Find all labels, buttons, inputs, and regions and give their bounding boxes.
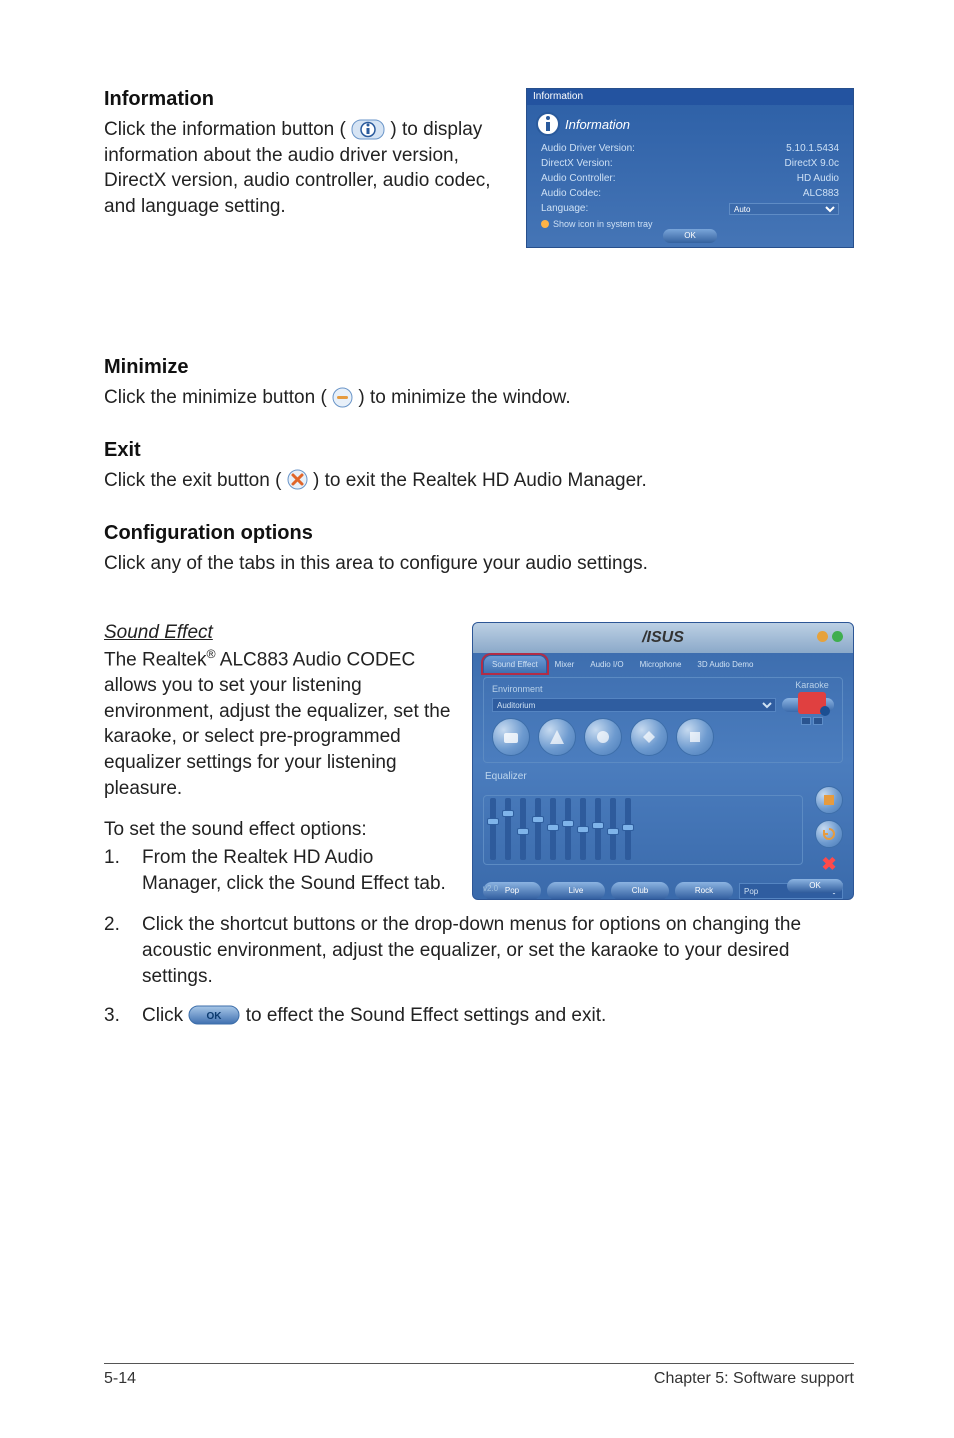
eq-delete-button[interactable]: ✖ (819, 854, 839, 874)
karaoke-bar[interactable] (801, 717, 811, 725)
info-language-label: Language: (541, 203, 588, 215)
eq-slider[interactable] (505, 798, 511, 860)
karaoke-label: Karaoke (788, 680, 836, 690)
env-preset-icon-1[interactable] (492, 718, 530, 756)
information-panel: Information Information Audio Driver Ver… (526, 88, 854, 248)
eq-slider[interactable] (580, 798, 586, 860)
se-para-prefix: The Realtek (104, 650, 206, 671)
tab-microphone[interactable]: Microphone (632, 656, 690, 673)
information-body-pre: Click the information button ( (104, 119, 351, 140)
eq-preset-club[interactable]: Club (611, 882, 669, 900)
minimize-button-icon (332, 384, 353, 410)
minimize-heading: Minimize (104, 356, 854, 379)
eq-slider[interactable] (490, 798, 496, 860)
information-icon (535, 111, 561, 137)
info-panel-title: Information (527, 89, 853, 105)
eq-slider[interactable] (520, 798, 526, 860)
minimize-body-post: ) to minimize the window. (358, 387, 570, 408)
exit-body-post: ) to exit the Realtek HD Audio Manager. (313, 470, 647, 491)
step-3-text: Click OK to effect the Sound Effect sett… (142, 1003, 854, 1029)
config-heading: Configuration options (104, 522, 854, 545)
info-row-key: Audio Codec: (541, 188, 601, 199)
eq-slider[interactable] (550, 798, 556, 860)
minimize-body-pre: Click the minimize button ( (104, 387, 327, 408)
step-3-pre: Click (142, 1005, 188, 1026)
info-ok-button[interactable]: OK (663, 229, 717, 243)
registered-mark: ® (206, 647, 215, 661)
tab-audio-io[interactable]: Audio I/O (582, 656, 631, 673)
eq-slider[interactable] (625, 798, 631, 860)
step-number: 1. (104, 845, 142, 896)
config-body: Click any of the tabs in this area to co… (104, 551, 854, 577)
info-row-key: Audio Controller: (541, 173, 615, 184)
env-preset-icon-4[interactable] (630, 718, 668, 756)
eq-slider[interactable] (595, 798, 601, 860)
info-row-key: DirectX Version: (541, 158, 613, 169)
radio-dot-icon (541, 220, 549, 228)
eq-save-button[interactable] (815, 786, 843, 814)
close-icon[interactable] (832, 631, 843, 642)
step-2-text: Click the shortcut buttons or the drop-d… (142, 912, 854, 989)
asus-logo: /ISUS (642, 629, 684, 647)
karaoke-icon[interactable] (798, 692, 826, 714)
minimize-body: Click the minimize button ( ) to minimiz… (104, 385, 854, 411)
eq-slider[interactable] (535, 798, 541, 860)
info-row-key: Audio Driver Version: (541, 143, 635, 154)
info-row-val: DirectX 9.0c (785, 158, 839, 169)
tab-3d-audio-demo[interactable]: 3D Audio Demo (689, 656, 761, 673)
step-1-text: From the Realtek HD Audio Manager, click… (142, 845, 454, 896)
info-show-tray-label: Show icon in system tray (553, 219, 653, 229)
exit-button-icon (287, 467, 308, 493)
footer-chapter: Chapter 5: Software support (654, 1370, 854, 1388)
equalizer-sliders (483, 795, 803, 865)
page-footer: 5-14 Chapter 5: Software support (104, 1363, 854, 1388)
tab-mixer[interactable]: Mixer (547, 656, 583, 673)
info-row-val: 5.10.1.5434 (786, 143, 839, 154)
exit-heading: Exit (104, 439, 854, 462)
se-para-rest: ALC883 Audio CODEC allows you to set you… (104, 650, 450, 799)
eq-slider[interactable] (565, 798, 571, 860)
environment-select[interactable]: Auditorium (492, 698, 776, 712)
step-number: 3. (104, 1003, 142, 1029)
step-number: 2. (104, 912, 142, 989)
info-language-select[interactable]: Auto (729, 203, 839, 215)
karaoke-bar[interactable] (813, 717, 823, 725)
se-version-label: v2.0 (483, 884, 498, 893)
svg-text:OK: OK (207, 1011, 223, 1022)
se-ok-button[interactable]: OK (787, 879, 843, 893)
eq-slider[interactable] (610, 798, 616, 860)
eq-reset-button[interactable] (815, 820, 843, 848)
eq-preset-rock[interactable]: Rock (675, 882, 733, 900)
env-preset-icon-5[interactable] (676, 718, 714, 756)
environment-label: Environment (492, 684, 834, 694)
exit-body: Click the exit button ( ) to exit the Re… (104, 468, 854, 494)
exit-body-pre: Click the exit button ( (104, 470, 281, 491)
minimize-icon[interactable] (817, 631, 828, 642)
equalizer-label: Equalizer (485, 771, 841, 782)
env-preset-icon-3[interactable] (584, 718, 622, 756)
info-row-val: HD Audio (797, 173, 839, 184)
footer-page-number: 5-14 (104, 1370, 136, 1388)
eq-preset-live[interactable]: Live (547, 882, 605, 900)
info-row-val: ALC883 (803, 188, 839, 199)
sound-effect-panel: /ISUS Sound Effect Mixer Audio I/O Micro… (472, 622, 854, 900)
tab-sound-effect[interactable]: Sound Effect (483, 655, 547, 673)
step-3-post: to effect the Sound Effect settings and … (246, 1005, 607, 1026)
env-preset-icon-2[interactable] (538, 718, 576, 756)
ok-button-icon: OK (188, 1002, 240, 1028)
info-panel-big-label: Information (565, 117, 630, 132)
information-button-icon (351, 116, 385, 142)
